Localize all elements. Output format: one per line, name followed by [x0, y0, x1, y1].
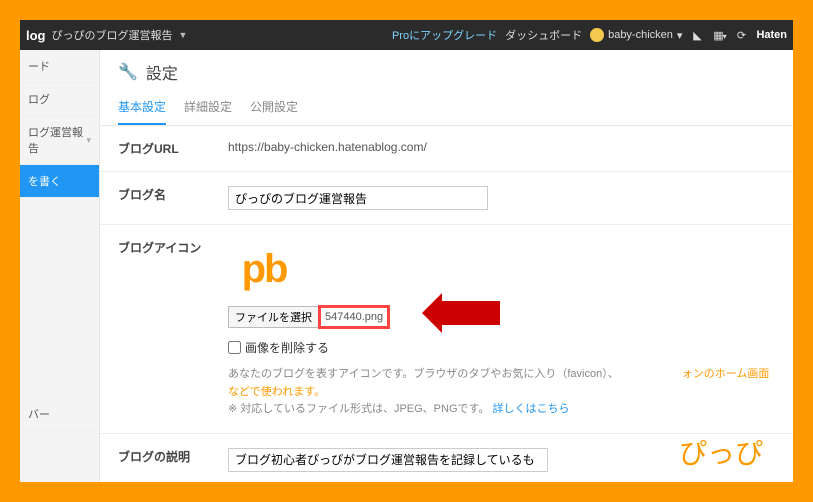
blog-dropdown-caret[interactable]: ▼ — [179, 30, 188, 40]
label-blog-url: ブログURL — [118, 140, 228, 157]
section-blog-icon: ブログアイコン pb ファイルを選択 547440.png — [100, 225, 793, 434]
desc-text2: ※ 対応しているファイル形式は、JPEG、PNGです。 — [228, 403, 489, 415]
desc-text: あなたのブログを表すアイコンです。ブラウザのタブやお気に入り（favicon）、 — [228, 368, 619, 380]
page-title: 設定 — [146, 60, 178, 84]
page-header: 🔧 設定 — [100, 50, 793, 90]
avatar-icon — [590, 28, 604, 42]
chevron-down-icon: ▾ — [86, 135, 91, 146]
file-select-button[interactable]: ファイルを選択 — [228, 306, 319, 328]
selected-filename: 547440.png — [325, 311, 383, 323]
icon-preview: pb — [228, 239, 300, 299]
top-bar: log ぴっぴのブログ運営報告 ▼ Proにアップグレード ダッシュボード ba… — [20, 20, 793, 50]
section-blog-name: ブログ名 — [100, 172, 793, 225]
input-blog-summary[interactable] — [228, 448, 548, 472]
username: baby-chicken — [608, 29, 673, 41]
sidebar-item-label: ログ運営報告 — [28, 124, 86, 156]
hatena-logo[interactable]: Haten — [756, 29, 787, 41]
details-link[interactable]: 詳しくはこちら — [492, 403, 569, 415]
tab-publish[interactable]: 公開設定 — [250, 90, 298, 125]
annotation-arrow-icon — [440, 301, 500, 325]
icon-preview-text: pb — [242, 247, 287, 292]
delete-image-label: 画像を削除する — [245, 339, 329, 356]
sidebar-item[interactable]: ログ — [20, 83, 99, 116]
delete-image-checkbox[interactable] — [228, 341, 241, 354]
sidebar: ード ログ ログ運営報告 ▾ を書く バー — [20, 50, 100, 482]
settings-tabs: 基本設定 詳細設定 公開設定 — [100, 90, 793, 126]
input-blog-name[interactable] — [228, 186, 488, 210]
label-blog-summary: ブログの説明 — [118, 448, 228, 472]
tab-advanced[interactable]: 詳細設定 — [184, 90, 232, 125]
user-menu[interactable]: baby-chicken ▾ — [590, 28, 682, 42]
label-blog-icon: ブログアイコン — [118, 239, 228, 419]
sync-icon[interactable]: ⟳ — [734, 29, 748, 42]
blog-title[interactable]: ぴっぴのブログ運営報告 — [52, 27, 173, 43]
sidebar-item[interactable]: ード — [20, 50, 99, 83]
wrench-icon: 🔧 — [118, 62, 138, 82]
sidebar-item[interactable]: バー — [20, 398, 99, 431]
watermark: ぴっぴ — [679, 432, 763, 472]
apps-grid-icon[interactable]: ▦▾ — [712, 29, 726, 42]
upgrade-link[interactable]: Proにアップグレード — [392, 27, 497, 43]
user-caret-icon: ▾ — [677, 29, 683, 42]
section-blog-url: ブログURL https://baby-chicken.hatenablog.c… — [100, 126, 793, 172]
bookmark-icon[interactable]: ◣ — [690, 29, 704, 42]
sidebar-item-write[interactable]: を書く — [20, 165, 99, 198]
icon-description: あなたのブログを表すアイコンです。ブラウザのタブやお気に入り（favicon）、… — [228, 366, 775, 419]
label-blog-name: ブログ名 — [118, 186, 228, 210]
main-content: 🔧 設定 基本設定 詳細設定 公開設定 ブログURL https://baby-… — [100, 50, 793, 482]
dashboard-link[interactable]: ダッシュボード — [505, 27, 582, 43]
site-logo: log — [26, 28, 46, 43]
sidebar-item[interactable]: ログ運営報告 ▾ — [20, 116, 99, 165]
value-blog-url: https://baby-chicken.hatenablog.com/ — [228, 140, 775, 157]
selected-filename-highlight: 547440.png — [318, 305, 390, 329]
tab-basic[interactable]: 基本設定 — [118, 90, 166, 125]
